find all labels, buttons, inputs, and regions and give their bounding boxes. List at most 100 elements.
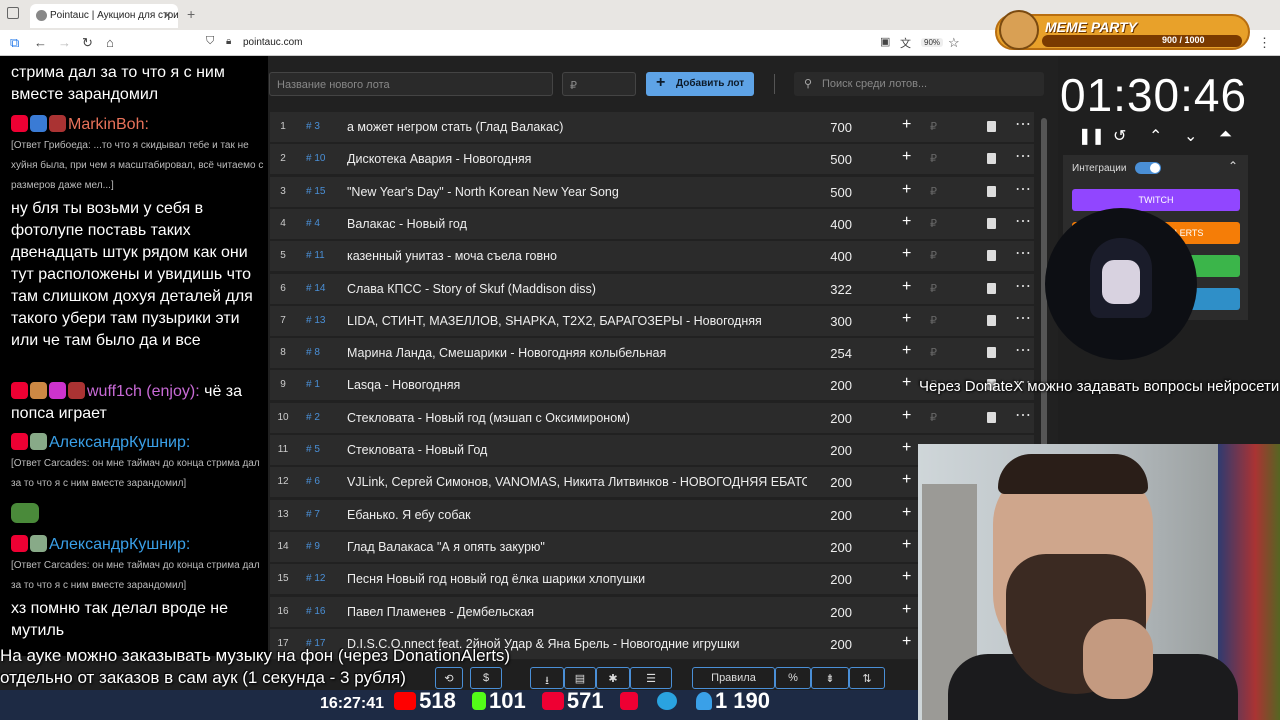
delete-icon[interactable]	[987, 282, 996, 294]
new-lot-input[interactable]: Название нового лота	[269, 72, 553, 96]
add-amount-icon[interactable]: +	[902, 342, 911, 360]
delete-icon[interactable]	[987, 121, 996, 132]
add-amount-icon[interactable]: +	[902, 633, 911, 651]
lot-name[interactable]: Lasqa - Новогодняя	[347, 378, 807, 392]
increase-icon[interactable]: ⌃	[1149, 126, 1162, 146]
delete-icon[interactable]	[987, 347, 996, 359]
add-amount-icon[interactable]: +	[902, 568, 911, 586]
more-options-icon[interactable]: ⋯	[1015, 308, 1031, 328]
restore-icon[interactable]: ⟲	[435, 667, 463, 689]
lot-row[interactable]: 6 # 14 Слава КПСС - Story of Skuf (Maddiso…	[270, 273, 1034, 304]
delete-icon[interactable]	[987, 411, 996, 423]
browser-tab[interactable]: Pointauc | Аукцион для стрима ✕	[30, 4, 178, 28]
add-amount-icon[interactable]: +	[902, 407, 911, 425]
lot-row[interactable]: 4 # 4 Валакас - Новый год 400 + ₽ ⋯	[270, 208, 1034, 239]
add-amount-icon[interactable]: +	[902, 374, 911, 392]
lot-name[interactable]: Слава КПСС - Story of Skuf (Maddison dis…	[347, 282, 807, 296]
lot-name[interactable]: VJLink, Сергей Симонов, VANOMAS, Никита …	[347, 475, 807, 489]
sidebar-icon[interactable]: ⧉	[10, 35, 19, 51]
ruble-icon[interactable]: ₽	[930, 249, 937, 262]
list-icon[interactable]: ☰	[630, 667, 672, 689]
add-amount-icon[interactable]: +	[902, 601, 911, 619]
new-tab-icon[interactable]: +	[187, 6, 195, 22]
more-options-icon[interactable]: ⋯	[1015, 146, 1031, 166]
ruble-icon[interactable]: ₽	[930, 185, 937, 198]
ruble-icon[interactable]: ₽	[930, 152, 937, 165]
add-amount-icon[interactable]: +	[902, 148, 911, 166]
lot-row[interactable]: 7 # 13 LIDA, СТИНТ, МАЗЕЛЛОВ, SHAPKA, T2X2…	[270, 305, 1034, 336]
ruble-icon[interactable]: ₽	[930, 282, 937, 295]
pause-icon[interactable]: ❚❚	[1078, 126, 1105, 146]
delete-icon[interactable]	[987, 250, 996, 262]
forward-icon[interactable]: →	[58, 35, 71, 50]
more-options-icon[interactable]: ⋯	[1015, 114, 1031, 134]
more-options-icon[interactable]: ⋯	[1015, 405, 1031, 425]
lot-name[interactable]: Глад Валакаса "А я опять закурю"	[347, 540, 807, 554]
more-options-icon[interactable]: ⋯	[1015, 243, 1031, 263]
shield-icon[interactable]: ⛉	[206, 35, 214, 48]
zoom-level[interactable]: 90%	[921, 38, 944, 47]
lot-name[interactable]: Марина Ланда, Смешарики - Новогодняя кол…	[347, 346, 807, 360]
add-amount-icon[interactable]: +	[902, 439, 911, 457]
add-amount-icon[interactable]: +	[902, 536, 911, 554]
delete-icon[interactable]	[987, 153, 996, 165]
download-icon[interactable]: ⭳	[530, 667, 564, 689]
save-icon[interactable]: ▤	[564, 667, 596, 689]
ruble-icon[interactable]: ₽	[930, 314, 937, 327]
lot-name[interactable]: Павел Пламенев - Дембельская	[347, 605, 807, 619]
delete-icon[interactable]	[987, 217, 996, 229]
url-field[interactable]: pointauc.com	[243, 37, 302, 48]
lot-row[interactable]: 1 # 3 а может негром стать (Глад Валакас) 7…	[270, 112, 1034, 142]
dollar-icon[interactable]: $	[470, 667, 502, 689]
more-options-icon[interactable]: ⋯	[1015, 276, 1031, 296]
ruble-icon[interactable]: ₽	[930, 120, 937, 133]
translate-icon[interactable]: 文	[900, 35, 911, 51]
back-icon[interactable]: ←	[34, 35, 47, 50]
close-tab-icon[interactable]: ✕	[163, 9, 172, 22]
lot-row[interactable]: 5 # 11 казенный унитаз - моча съела говно 4…	[270, 241, 1034, 272]
add-amount-icon[interactable]: +	[902, 278, 911, 296]
lot-search-input[interactable]: ⚲ Поиск среди лотов...	[794, 72, 1044, 96]
bookmark-star-icon[interactable]: ☆	[948, 35, 960, 51]
delete-icon[interactable]	[987, 314, 996, 326]
collapse-icon[interactable]: ⌃	[1228, 159, 1238, 173]
add-amount-icon[interactable]: +	[902, 116, 911, 134]
sort-icon[interactable]: ⇅	[849, 667, 885, 689]
lot-name[interactable]: Стекловата - Новый год (мэшап с Оксимиро…	[347, 411, 807, 425]
home-icon[interactable]: ⌂	[106, 35, 114, 50]
lot-name[interactable]: Валакас - Новый год	[347, 217, 807, 231]
add-lot-button[interactable]: + Добавить лот	[646, 72, 754, 96]
lot-row[interactable]: 8 # 8 Марина Ланда, Смешарики - Новогодняя…	[270, 338, 1034, 369]
lock-icon[interactable]: 🔒︎	[226, 36, 231, 47]
more-options-icon[interactable]: ⋯	[1015, 179, 1031, 199]
screenshot-icon[interactable]: ▣	[880, 35, 890, 48]
lot-name[interactable]: LIDA, СТИНТ, МАЗЕЛЛОВ, SHAPKA, T2X2, БАР…	[347, 314, 807, 328]
add-amount-icon[interactable]: +	[902, 181, 911, 199]
reload-icon[interactable]: ↻	[82, 35, 93, 51]
lot-amount-input[interactable]: ₽	[562, 72, 636, 96]
more-options-icon[interactable]: ⋯	[1015, 340, 1031, 360]
twitch-button[interactable]: TWITCH	[1072, 189, 1240, 211]
more-options-icon[interactable]: ⋯	[1015, 211, 1031, 231]
rules-button[interactable]: Правила	[692, 667, 775, 689]
add-amount-icon[interactable]: +	[902, 213, 911, 231]
split-icon[interactable]: ⇟	[811, 667, 849, 689]
double-up-icon[interactable]: ⏶	[1219, 126, 1232, 144]
ruble-icon[interactable]: ₽	[930, 346, 937, 359]
menu-icon[interactable]: ⋮	[1258, 35, 1271, 51]
lot-name[interactable]: Ебанько. Я ебу собак	[347, 508, 807, 522]
integrations-toggle[interactable]	[1135, 162, 1161, 174]
lot-row[interactable]: 2 # 10 Дискотека Авария - Новогодняя 500 + ₽ ⋯	[270, 144, 1034, 175]
lot-name[interactable]: казенный унитаз - моча съела говно	[347, 249, 807, 263]
lot-name[interactable]: Дискотека Авария - Новогодняя	[347, 152, 807, 166]
lot-name[interactable]: а может негром стать (Глад Валакас)	[347, 120, 807, 134]
add-amount-icon[interactable]: +	[902, 310, 911, 328]
ruble-icon[interactable]: ₽	[930, 411, 937, 424]
bug-icon[interactable]: ✱	[596, 667, 630, 689]
add-amount-icon[interactable]: +	[902, 245, 911, 263]
add-amount-icon[interactable]: +	[902, 504, 911, 522]
lot-name[interactable]: Песня Новый год новый год ёлка шарики хл…	[347, 572, 807, 586]
add-amount-icon[interactable]: +	[902, 471, 911, 489]
lot-row[interactable]: 10 # 2 Стекловата - Новый год (мэшап с Окс…	[270, 402, 1034, 433]
tab-list-icon[interactable]	[7, 7, 19, 19]
